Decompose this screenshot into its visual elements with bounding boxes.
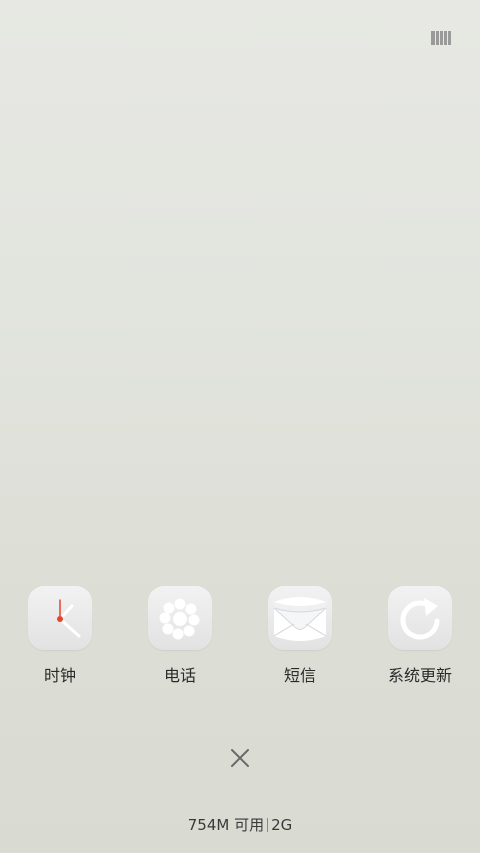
app-label: 电话 — [163, 666, 196, 685]
recent-app-clock[interactable]: 时钟 — [10, 586, 110, 696]
clock-icon — [57, 599, 81, 638]
recent-app-messages[interactable]: 短信 — [250, 586, 350, 696]
close-icon — [231, 749, 249, 767]
system-update-icon — [400, 598, 440, 640]
app-label: 系统更新 — [387, 666, 452, 685]
system-update-app-tile[interactable] — [388, 586, 452, 650]
memory-separator — [267, 818, 269, 832]
messages-app-tile[interactable] — [268, 586, 332, 650]
recent-apps-list: 时钟 电话 短信 系统更新 — [0, 586, 480, 696]
app-label: 时钟 — [43, 666, 76, 685]
phone-icon — [159, 598, 200, 640]
clear-all-button[interactable] — [225, 743, 255, 773]
messages-icon — [273, 597, 327, 641]
memory-available: 754M 可用 — [187, 816, 265, 834]
app-label: 短信 — [283, 666, 316, 685]
recent-app-phone[interactable]: 电话 — [130, 586, 230, 696]
memory-total: 2G — [271, 816, 293, 834]
clock-app-tile[interactable] — [28, 586, 92, 650]
grid-view-icon — [431, 31, 451, 45]
memory-status: 754M 可用 2G — [0, 815, 480, 835]
recent-app-system-update[interactable]: 系统更新 — [370, 586, 470, 696]
phone-app-tile[interactable] — [148, 586, 212, 650]
view-toggle-button[interactable] — [430, 30, 452, 46]
